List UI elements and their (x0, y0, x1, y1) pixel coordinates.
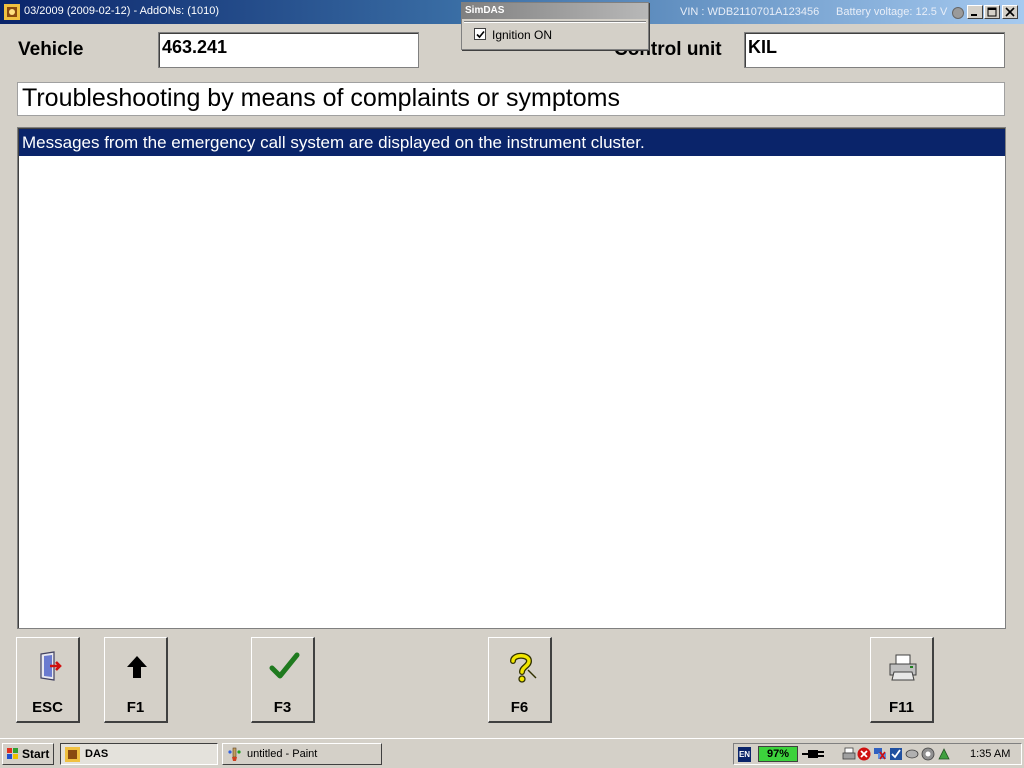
network-warning-icon[interactable] (873, 747, 887, 761)
utility-tray-icon[interactable] (937, 747, 951, 761)
list-item-selected[interactable]: Messages from the emergency call system … (19, 129, 1005, 156)
das-app-icon (65, 747, 80, 762)
vehicle-label: Vehicle (18, 39, 84, 60)
f3-key-label: F3 (273, 699, 292, 716)
simdas-separator (464, 21, 646, 23)
taskbar-item-label: DAS (85, 748, 109, 760)
clock: 1:35 AM (970, 748, 1011, 760)
printer-icon (889, 654, 917, 681)
f6-key-label: F6 (510, 699, 529, 716)
start-label: Start (22, 747, 50, 761)
maximize-button[interactable] (984, 5, 1000, 19)
checkmark-icon (476, 30, 485, 39)
battery-status-icon (952, 7, 964, 19)
taskbar-item-label: untitled - Paint (247, 748, 318, 760)
page-heading: Troubleshooting by means of complaints o… (17, 82, 1005, 116)
close-button[interactable] (1002, 5, 1018, 19)
symptom-list[interactable]: Messages from the emergency call system … (17, 127, 1006, 629)
close-icon (1005, 7, 1015, 17)
maximize-icon (987, 7, 997, 17)
arrow-up-icon (127, 656, 147, 678)
control-unit-field: KIL (744, 32, 1005, 68)
error-icon[interactable] (857, 747, 871, 761)
f3-button[interactable]: F3 (251, 637, 315, 723)
printer-tray-icon[interactable] (842, 747, 856, 761)
minimize-icon (971, 14, 977, 16)
paint-app-icon (228, 747, 241, 761)
f11-key-label: F11 (888, 699, 915, 716)
battery-voltage-readout: Battery voltage: 12.5 V (836, 6, 948, 18)
ignition-label[interactable]: Ignition ON (492, 28, 552, 42)
taskbar: Start DAS untitled - Paint EN 97% 1:35 A… (0, 738, 1024, 768)
f6-button[interactable]: F6 (488, 637, 552, 723)
taskbar-item-paint[interactable]: untitled - Paint (222, 743, 382, 765)
help-question-icon (510, 652, 537, 683)
das-app-icon (4, 4, 20, 20)
language-indicator[interactable]: EN (738, 747, 751, 762)
ignition-checkbox[interactable] (474, 28, 486, 40)
system-tray: EN 97% 1:35 AM (733, 743, 1022, 765)
minimize-button[interactable] (967, 5, 983, 19)
simdas-title: SimDAS (462, 3, 648, 19)
f1-key-label: F1 (126, 699, 145, 716)
exit-door-icon (40, 651, 62, 681)
windows-logo-icon (7, 748, 18, 759)
security-check-icon[interactable] (889, 747, 903, 761)
esc-button[interactable]: ESC (16, 637, 80, 723)
window-title: 03/2009 (2009-02-12) - AddONs: (1010) (24, 5, 220, 17)
simdas-panel: SimDAS Ignition ON (461, 2, 649, 50)
taskbar-item-das[interactable]: DAS (60, 743, 218, 765)
esc-key-label: ESC (32, 699, 63, 716)
device-icon[interactable] (905, 747, 919, 761)
start-button[interactable]: Start (2, 743, 54, 765)
checkmark-icon (269, 652, 300, 679)
battery-meter[interactable]: 97% (758, 746, 798, 762)
speaker-icon[interactable] (921, 747, 935, 761)
f1-button[interactable]: F1 (104, 637, 168, 723)
power-plug-icon (802, 750, 824, 758)
vin-readout: VIN : WDB2110701A123456 (680, 6, 820, 18)
f11-button[interactable]: F11 (870, 637, 934, 723)
vehicle-field: 463.241 (158, 32, 419, 68)
